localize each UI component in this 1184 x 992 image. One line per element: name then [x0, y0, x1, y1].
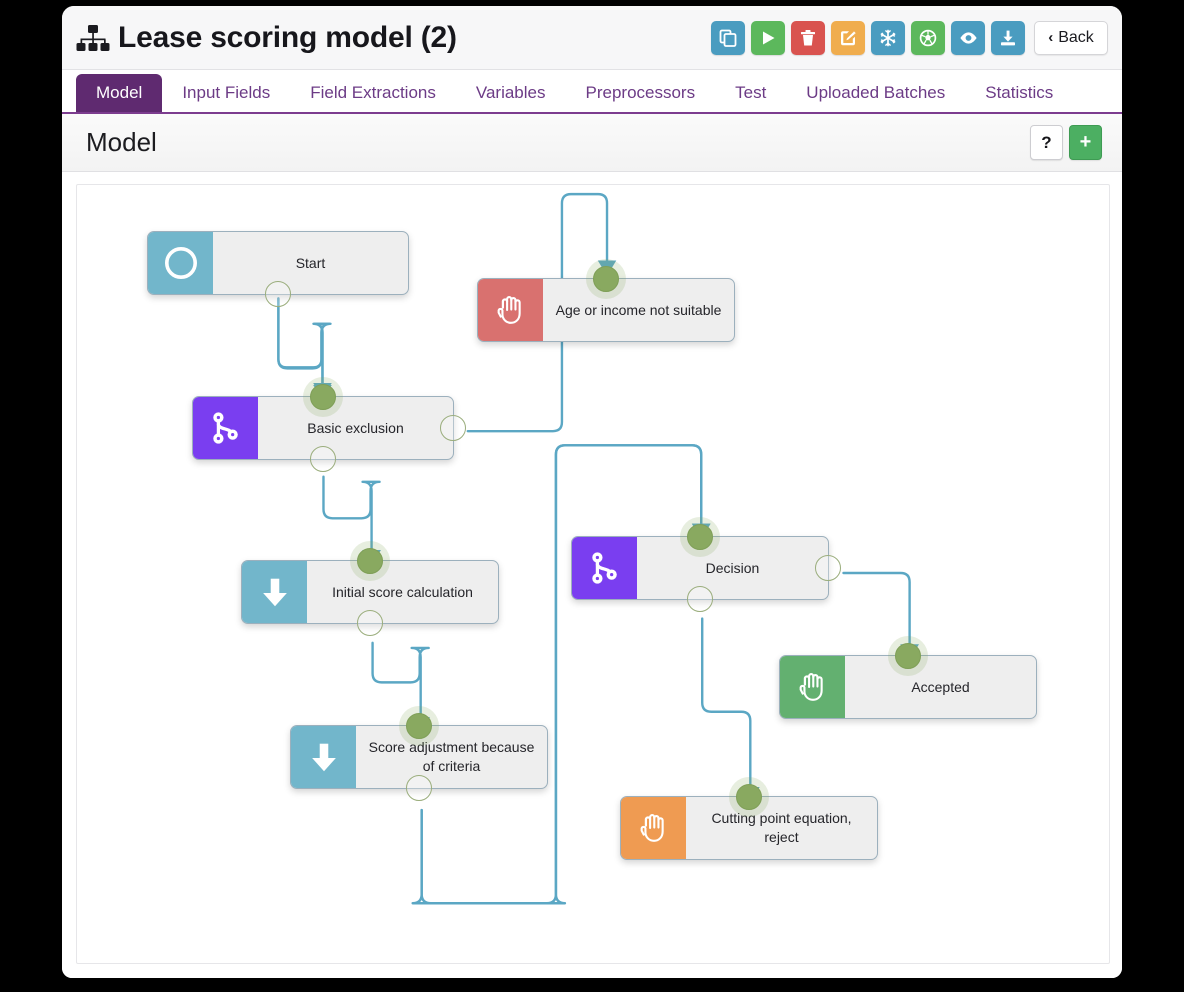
help-button[interactable]: ? [1030, 125, 1063, 160]
node-label: Cutting point equation, reject [711, 810, 852, 845]
edge-basic-to-initial [322, 475, 381, 566]
node-basic-exclusion[interactable]: Basic exclusion [192, 384, 466, 472]
page-title: Model [86, 127, 157, 157]
branch-icon [572, 537, 637, 599]
back-button-label: Back [1058, 28, 1094, 46]
port-in[interactable] [406, 713, 432, 739]
trash-icon [801, 29, 815, 45]
snowflake-icon [880, 29, 896, 46]
port-in[interactable] [310, 384, 336, 410]
canvas-wrapper: Start Age or income not suitable Basic e… [62, 172, 1122, 978]
port-out[interactable] [265, 281, 291, 307]
settings-button[interactable] [911, 20, 945, 55]
panel-actions: ? + [1030, 125, 1102, 160]
window-title: Lease scoring model (2) [118, 20, 457, 54]
tab-statistics[interactable]: Statistics [965, 74, 1073, 112]
node-label: Decision [705, 559, 760, 576]
node-label: Initial score calculation [332, 583, 473, 600]
freeze-button[interactable] [871, 20, 905, 55]
port-in[interactable] [736, 784, 762, 810]
edit-icon [841, 30, 856, 45]
sitemap-icon [76, 23, 110, 53]
port-out[interactable] [406, 775, 432, 801]
port-out-2[interactable] [815, 555, 841, 581]
port-in[interactable] [357, 548, 383, 574]
edge-decision-to-accepted [842, 571, 919, 660]
tab-preprocessors[interactable]: Preprocessors [566, 74, 716, 112]
back-button[interactable]: ‹ Back [1034, 20, 1108, 55]
edge-decision-to-cutting [701, 617, 760, 803]
eye-icon [959, 31, 977, 44]
titlebar-actions: ‹ Back [711, 20, 1108, 55]
add-node-button[interactable]: + [1069, 125, 1102, 160]
down-arrow-icon [291, 726, 356, 788]
port-out-2[interactable] [440, 415, 466, 441]
node-label: Start [295, 254, 326, 271]
node-label: Basic exclusion [307, 419, 404, 436]
flowchart-canvas[interactable]: Start Age or income not suitable Basic e… [76, 184, 1110, 964]
tab-bar: Model Input Fields Field Extractions Var… [62, 70, 1122, 114]
edit-button[interactable] [831, 20, 865, 55]
tab-input-fields[interactable]: Input Fields [162, 74, 290, 112]
stop-hand-icon [478, 279, 543, 341]
tab-test[interactable]: Test [715, 74, 786, 112]
node-cutting-point-equation-reject[interactable]: Cutting point equation, reject [620, 784, 878, 860]
down-arrow-icon [242, 561, 307, 623]
node-label: Score adjustment because of criteria [368, 739, 535, 774]
stop-hand-icon [621, 797, 686, 859]
node-label: Age or income not suitable [555, 301, 722, 318]
panel-header: Model ? + [62, 114, 1122, 172]
copy-icon [719, 29, 737, 47]
branch-icon [193, 397, 258, 459]
node-initial-score-calculation[interactable]: Initial score calculation [241, 548, 499, 636]
title-bar: Lease scoring model (2) ‹ Back [62, 6, 1122, 70]
download-button[interactable] [991, 20, 1025, 55]
port-out[interactable] [357, 610, 383, 636]
node-start[interactable]: Start [147, 231, 409, 307]
preview-button[interactable] [951, 20, 985, 55]
node-decision[interactable]: Decision [571, 524, 841, 612]
download-icon [1001, 30, 1015, 45]
delete-button[interactable] [791, 20, 825, 55]
circle-outline-icon [148, 232, 213, 294]
application-window: Lease scoring model (2) ‹ Back Model Inp… [62, 6, 1122, 978]
play-icon [763, 31, 775, 44]
tab-model[interactable]: Model [76, 74, 163, 112]
tab-variables[interactable]: Variables [456, 74, 566, 112]
chevron-left-icon: ‹ [1048, 29, 1054, 46]
port-in[interactable] [895, 643, 921, 669]
soccer-ball-icon [919, 29, 937, 46]
node-accepted[interactable]: Accepted [779, 643, 1037, 719]
stop-hand-icon [780, 656, 845, 718]
port-in[interactable] [687, 524, 713, 550]
node-score-adjustment[interactable]: Score adjustment because of criteria [290, 713, 548, 801]
copy-button[interactable] [711, 20, 745, 55]
node-label: Accepted [911, 678, 970, 695]
port-out[interactable] [310, 446, 336, 472]
run-button[interactable] [751, 20, 785, 55]
tab-field-extractions[interactable]: Field Extractions [290, 74, 456, 112]
port-out[interactable] [687, 586, 713, 612]
tab-uploaded-batches[interactable]: Uploaded Batches [786, 74, 965, 112]
port-in[interactable] [593, 266, 619, 292]
node-age-or-income-not-suitable[interactable]: Age or income not suitable [477, 266, 735, 342]
